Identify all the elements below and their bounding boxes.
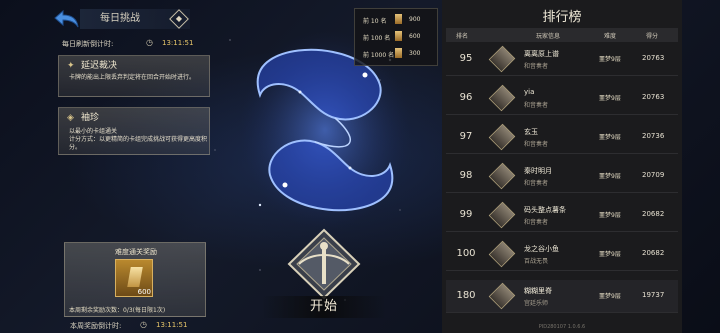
threshold-rank: 前 100 名 (363, 35, 391, 42)
row-rank: 99 (459, 209, 473, 220)
row-rank: 98 (459, 170, 473, 181)
refresh-time: 13:11:51 (162, 39, 194, 47)
difficulty-level: 噩梦9层 (599, 95, 621, 102)
col-score: 得分 (646, 33, 659, 40)
avatar (488, 282, 516, 310)
clock-icon: ◷ (140, 320, 147, 329)
version-text: PID280107 1.0.6.6 (538, 324, 586, 330)
player-score: 19737 (642, 291, 665, 299)
leaderboard-row[interactable]: 99 码头整点薯条 和音奏者 噩梦9层 20682 (446, 199, 678, 232)
player-name: 离离原上谱 (524, 50, 559, 58)
player-title: 和音奏者 (524, 141, 549, 148)
difficulty-level: 噩梦9层 (599, 212, 621, 219)
difficulty-level: 噩梦9层 (599, 56, 621, 63)
feather-currency-icon (395, 14, 402, 24)
leaderboard-panel[interactable]: 排行榜 排名 玩家信息 难度 得分 95 离离原上谱 和音奏者 噩梦9层 207… (442, 0, 682, 333)
feather-currency-icon (127, 267, 143, 287)
modifier-icon: ✦ (67, 61, 75, 71)
difficulty-level: 噩梦9层 (599, 251, 621, 258)
player-score: 20763 (642, 54, 665, 62)
avatar (488, 201, 516, 229)
modifier-title: 袖珍 (81, 113, 100, 123)
rank-reward-thresholds: 前 10 名 900 前 100 名 600 前 1000 名 300 (354, 8, 438, 66)
modifier-desc: 以最小的卡组通关 计分方式：以更精简的卡组完成挑战可获得更高度积分。 (69, 128, 208, 151)
col-rank: 排名 (456, 33, 469, 40)
threshold-points: 300 (409, 50, 421, 57)
difficulty-level: 噩梦9层 (599, 293, 621, 300)
threshold-row: 前 1000 名 300 (363, 47, 435, 61)
player-score: 20682 (642, 210, 665, 218)
modifier-card-pocket[interactable]: ◈ 袖珍 以最小的卡组通关 计分方式：以更精简的卡组完成挑战可获得更高度积分。 (58, 107, 210, 155)
col-player: 玩家信息 (536, 33, 561, 40)
player-title: 和音奏者 (524, 102, 549, 109)
player-score: 20736 (642, 132, 665, 140)
threshold-points: 600 (409, 33, 421, 40)
player-title: 和音奏者 (524, 180, 549, 187)
info-icon: ◆ (175, 14, 183, 23)
reward-amount: 600 (137, 288, 151, 296)
leaderboard-row[interactable]: 98 秦时明月 和音奏者 噩梦9层 20709 (446, 160, 678, 193)
player-name: yia (524, 88, 535, 96)
threshold-rank: 前 1000 名 (363, 52, 395, 59)
player-title: 宫廷乐师 (524, 300, 549, 307)
avatar (488, 162, 516, 190)
row-rank: 96 (459, 92, 473, 103)
weekly-time: 13:11:51 (156, 321, 188, 329)
weekly-reward-timer: 本周奖励倒计时: ◷ 13:11:51 (70, 319, 220, 331)
player-title: 和音奏者 (524, 63, 549, 70)
player-score: 20709 (642, 171, 665, 179)
leaderboard-row[interactable]: 96 yia 和音奏者 噩梦9层 20763 (446, 82, 678, 115)
modifier-card-delayed-judgment[interactable]: ✦ 延迟裁决 卡牌的能出上限丢弃判定将在回合开始时进行。 (58, 55, 210, 97)
leaderboard-header: 排名 玩家信息 难度 得分 (446, 28, 678, 42)
row-rank: 180 (456, 290, 476, 301)
refresh-label: 每日刷新倒计时: (62, 40, 114, 48)
reward-title: 难度通关奖励 (115, 248, 157, 256)
start-button[interactable]: 开始 (262, 296, 386, 318)
player-name: 玄玉 (524, 128, 538, 136)
player-title: 和音奏者 (524, 219, 549, 226)
leaderboard-row[interactable]: 95 离离原上谱 和音奏者 噩梦9层 20763 (446, 43, 678, 76)
row-rank: 95 (459, 53, 473, 64)
player-title: 百战无畏 (524, 258, 549, 265)
threshold-points: 900 (409, 16, 421, 23)
leaderboard-row-self[interactable]: 180 糊糊里脊 宫廷乐师 噩梦9层 19737 (446, 280, 678, 313)
daily-refresh-timer: 每日刷新倒计时: ◷ 13:11:51 (62, 37, 214, 51)
leaderboard-row[interactable]: 97 玄玉 和音奏者 噩梦9层 20736 (446, 121, 678, 154)
player-score: 20682 (642, 249, 665, 257)
row-rank: 100 (456, 248, 476, 259)
start-emblem-icon[interactable] (285, 228, 363, 300)
reward-remaining-text: 本周剩余奖励次数：0/3(每日限1次) (69, 307, 166, 314)
clock-icon: ◷ (146, 38, 153, 47)
player-name: 龙之谷小鱼 (524, 245, 559, 253)
modifier-icon: ◈ (67, 113, 74, 123)
threshold-row: 前 100 名 600 (363, 30, 435, 44)
player-name: 秦时明月 (524, 167, 552, 175)
avatar (488, 123, 516, 151)
avatar (488, 84, 516, 112)
player-score: 20763 (642, 93, 665, 101)
modifier-title: 延迟裁决 (81, 61, 118, 71)
row-rank: 97 (459, 131, 473, 142)
player-name: 糊糊里脊 (524, 287, 552, 295)
feather-currency-icon (395, 31, 402, 41)
reward-item[interactable]: 600 (115, 259, 153, 297)
col-difficulty: 难度 (604, 33, 617, 40)
weekly-label: 本周奖励倒计时: (70, 322, 122, 330)
threshold-rank: 前 10 名 (363, 18, 387, 25)
leaderboard-row[interactable]: 100 龙之谷小鱼 百战无畏 噩梦9层 20682 (446, 238, 678, 271)
leaderboard-title: 排行榜 (542, 10, 582, 25)
avatar (488, 240, 516, 268)
clear-reward-panel: 难度通关奖励 600 本周剩余奖励次数：0/3(每日限1次) (64, 242, 206, 317)
avatar (488, 45, 516, 73)
feather-currency-icon (395, 48, 402, 58)
back-arrow-icon[interactable] (52, 8, 82, 30)
player-name: 码头整点薯条 (524, 206, 566, 214)
difficulty-level: 噩梦9层 (599, 134, 621, 141)
modifier-desc: 卡牌的能出上限丢弃判定将在回合开始时进行。 (69, 74, 196, 81)
game-screen: 每日挑战 ◆ 每日刷新倒计时: ◷ 13:11:51 ✦ 延迟裁决 卡牌的能出上… (0, 0, 720, 333)
threshold-row: 前 10 名 900 (363, 13, 435, 27)
difficulty-level: 噩梦9层 (599, 173, 621, 180)
